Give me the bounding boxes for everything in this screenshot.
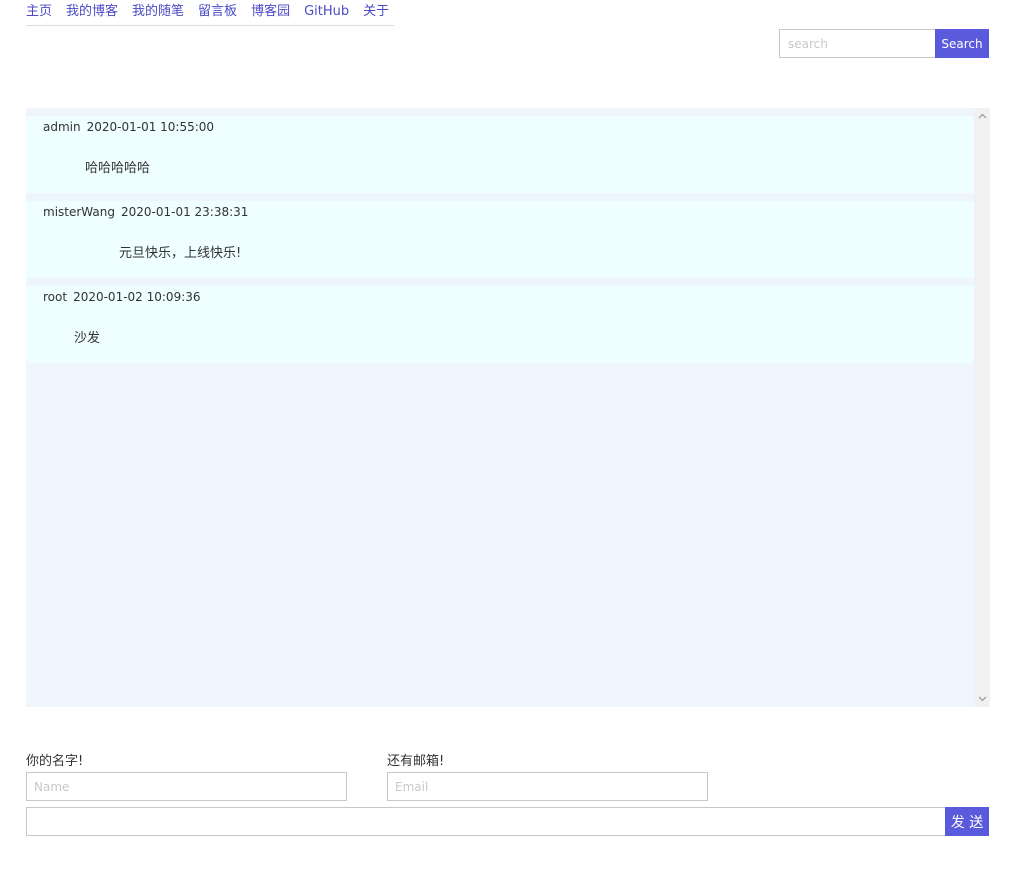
message-list: admin 2020-01-01 10:55:00 哈哈哈哈哈 misterWa… — [26, 108, 974, 707]
search-form: Search — [779, 29, 989, 58]
nav-cnblogs-link[interactable]: 博客园 — [251, 4, 290, 20]
nav-my-blog-link[interactable]: 我的博客 — [66, 4, 118, 20]
message-author: misterWang — [43, 205, 115, 219]
message-item: admin 2020-01-01 10:55:00 哈哈哈哈哈 — [26, 108, 974, 193]
message-header: admin 2020-01-01 10:55:00 — [43, 120, 214, 134]
message-author: root — [43, 290, 68, 304]
message-content: 沙发 — [74, 331, 101, 346]
message-author: admin — [43, 120, 81, 134]
search-button[interactable]: Search — [935, 29, 989, 58]
message-time: 2020-01-02 10:09:36 — [73, 290, 201, 304]
search-input[interactable] — [779, 29, 935, 58]
top-nav: 主页 我的博客 我的随笔 留言板 博客园 GitHub 关于 — [26, 0, 394, 26]
message-time: 2020-01-01 23:38:31 — [120, 205, 249, 219]
nav-my-essays-link[interactable]: 我的随笔 — [132, 4, 184, 20]
email-label: 还有邮箱! — [387, 754, 445, 769]
name-label: 你的名字! — [26, 754, 84, 769]
message-item: root 2020-01-02 10:09:36 沙发 — [26, 278, 974, 363]
nav-home-link[interactable]: 主页 — [26, 4, 52, 20]
chevron-down-icon[interactable] — [974, 691, 990, 707]
chevron-up-icon[interactable] — [974, 108, 990, 124]
message-header: root 2020-01-02 10:09:36 — [43, 290, 201, 304]
nav-message-board-link[interactable]: 留言板 — [198, 4, 237, 20]
message-item: misterWang 2020-01-01 23:38:31 元旦快乐，上线快乐… — [26, 193, 974, 278]
send-button[interactable]: 发 送 — [945, 807, 989, 836]
vertical-scrollbar[interactable] — [974, 108, 990, 707]
message-board: admin 2020-01-01 10:55:00 哈哈哈哈哈 misterWa… — [26, 108, 990, 707]
message-content: 元旦快乐，上线快乐! — [119, 246, 242, 261]
message-header: misterWang 2020-01-01 23:38:31 — [43, 205, 248, 219]
nav-about-link[interactable]: 关于 — [363, 4, 389, 20]
email-field[interactable] — [387, 772, 708, 801]
message-content: 哈哈哈哈哈 — [85, 161, 151, 176]
message-time: 2020-01-01 10:55:00 — [86, 120, 215, 134]
message-input[interactable] — [26, 807, 945, 836]
nav-github-link[interactable]: GitHub — [304, 4, 349, 20]
name-field[interactable] — [26, 772, 347, 801]
